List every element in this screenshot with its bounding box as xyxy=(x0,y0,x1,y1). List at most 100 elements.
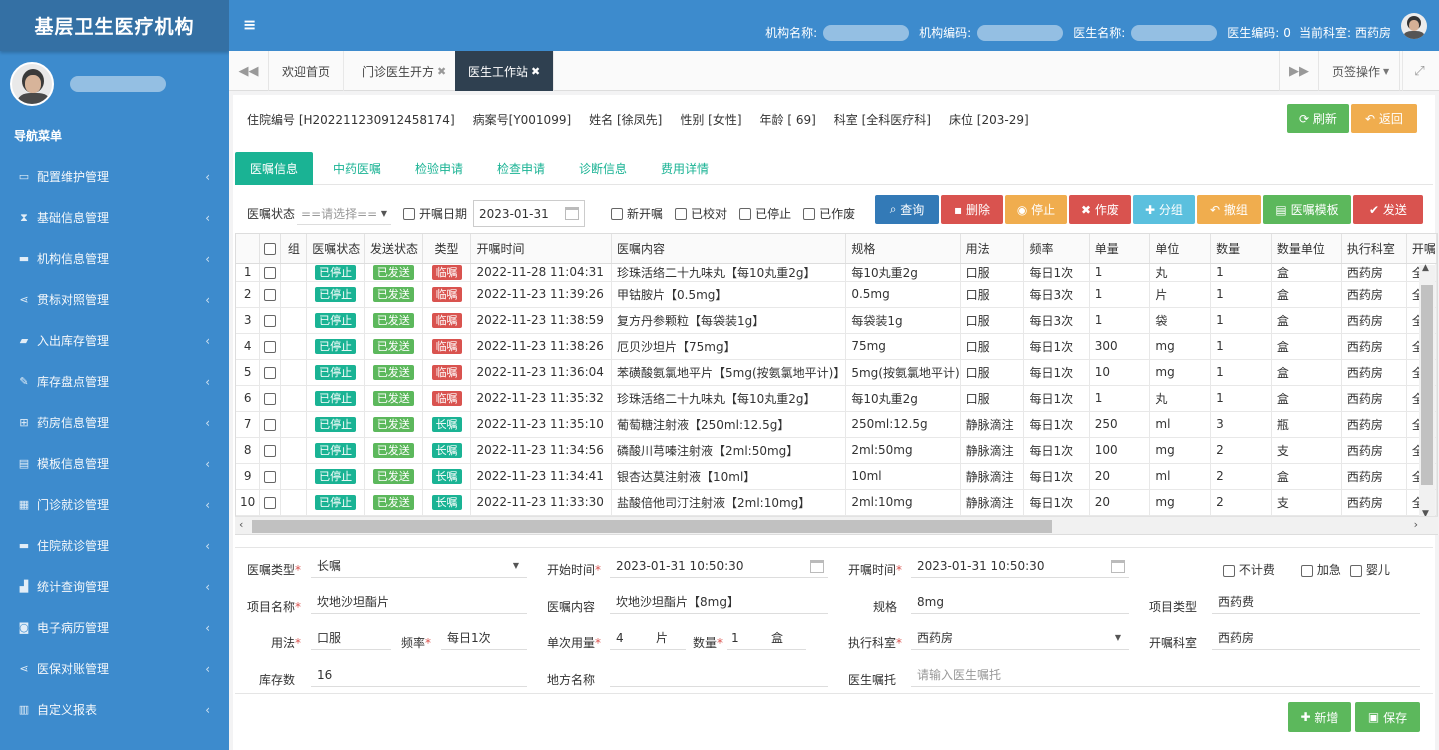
row-checkbox[interactable] xyxy=(264,470,277,483)
item-name-input[interactable]: 坎地沙坦酯片 xyxy=(311,592,527,614)
column-header[interactable]: 用法 xyxy=(960,234,1025,264)
new-order-checkbox[interactable] xyxy=(611,207,624,220)
column-header[interactable]: 执行科室 xyxy=(1341,234,1407,264)
void-button[interactable]: ✖ 作废 xyxy=(1069,195,1131,224)
local-name-input[interactable] xyxy=(610,665,828,687)
baby-option[interactable]: 婴儿 xyxy=(1350,561,1390,578)
column-header[interactable]: 开嘱时间 xyxy=(470,234,613,264)
row-checkbox[interactable] xyxy=(264,418,277,431)
table-horizontal-scrollbar[interactable]: ‹ › xyxy=(235,516,1438,534)
table-row[interactable]: 7 已停止 已发送 长嘱 2022-11-23 11:35:10 葡萄糖注射液【250ml… xyxy=(236,411,1437,438)
usage-input[interactable]: 口服 xyxy=(311,628,391,650)
scrollbar-thumb[interactable] xyxy=(1421,285,1433,485)
row-select[interactable] xyxy=(259,437,282,464)
row-select[interactable] xyxy=(259,281,282,308)
row-select[interactable] xyxy=(259,263,282,282)
row-select[interactable] xyxy=(259,333,282,360)
table-row[interactable]: 5 已停止 已发送 临嘱 2022-11-23 11:36:04 苯磺酸氨氯地平片【5mg… xyxy=(236,359,1437,386)
row-select[interactable] xyxy=(259,385,282,412)
column-header[interactable]: 数量单位 xyxy=(1271,234,1342,264)
row-select[interactable] xyxy=(259,489,282,516)
table-row[interactable]: 6 已停止 已发送 临嘱 2022-11-23 11:35:32 珍珠活络二十九味丸【每1… xyxy=(236,385,1437,412)
table-row[interactable]: 10 已停止 已发送 长嘱 2022-11-23 11:33:30 盐酸倍他司汀注射液【2… xyxy=(236,489,1437,516)
nav-item[interactable]: ▟ 统计查询管理 ‹ xyxy=(0,566,229,607)
nav-item[interactable]: ▬ 住院就诊管理 ‹ xyxy=(0,525,229,566)
qty-input[interactable]: 1盒 xyxy=(727,628,806,650)
table-vertical-scrollbar[interactable]: ▲ ▼ xyxy=(1419,263,1435,519)
nav-item[interactable]: ✎ 库存盘点管理 ‹ xyxy=(0,361,229,402)
delete-button[interactable]: ▪ 删除 xyxy=(941,195,1003,224)
baby-checkbox[interactable] xyxy=(1350,564,1362,577)
status-filter-select[interactable]: ==请选择== ▼ xyxy=(297,203,392,225)
column-header[interactable]: 类型 xyxy=(422,234,472,264)
subtab-exam-request[interactable]: 检查申请 xyxy=(483,152,559,185)
save-button[interactable]: ▣ 保存 xyxy=(1355,702,1420,732)
column-header[interactable]: 开嘱 xyxy=(1406,234,1437,264)
stop-button[interactable]: ◉ 停止 xyxy=(1005,195,1067,224)
table-row[interactable]: 8 已停止 已发送 长嘱 2022-11-23 11:34:56 磷酸川芎嗪注射液【2ml… xyxy=(236,437,1437,464)
nav-item[interactable]: ◙ 电子病历管理 ‹ xyxy=(0,607,229,648)
void-checkbox[interactable] xyxy=(803,207,816,220)
row-checkbox[interactable] xyxy=(264,444,277,457)
start-time-input[interactable]: 2023-01-31 10:50:30 xyxy=(610,556,828,578)
close-icon[interactable]: ✖ xyxy=(437,65,446,78)
calendar-icon[interactable] xyxy=(1111,560,1125,573)
freq-input[interactable]: 每日1次 xyxy=(441,628,527,650)
stock-input[interactable]: 16 xyxy=(311,665,527,687)
calendar-icon[interactable] xyxy=(810,560,824,573)
entrust-input[interactable]: 请输入医生嘱托 xyxy=(911,665,1420,687)
nav-item[interactable]: ▬ 机构信息管理 ‹ xyxy=(0,238,229,279)
nav-item[interactable]: ▦ 门诊就诊管理 ‹ xyxy=(0,484,229,525)
item-type-input[interactable]: 西药费 xyxy=(1212,592,1420,614)
row-select[interactable] xyxy=(259,463,282,490)
column-header[interactable]: 医嘱内容 xyxy=(611,234,847,264)
row-select[interactable] xyxy=(259,307,282,334)
nav-item[interactable]: ▥ 自定义报表 ‹ xyxy=(0,689,229,730)
select-all-header[interactable] xyxy=(259,234,282,264)
nav-item[interactable]: ⋖ 医保对账管理 ‹ xyxy=(0,648,229,689)
checked-checkbox[interactable] xyxy=(675,207,688,220)
tab-scroll-right-icon[interactable]: ▶▶ xyxy=(1279,51,1319,91)
open-dept-input[interactable]: 西药房 xyxy=(1212,628,1420,650)
table-row[interactable]: 1 已停止 已发送 临嘱 2022-11-28 11:04:31 珍珠活络二十九味丸【每1… xyxy=(236,263,1437,282)
fullscreen-icon[interactable]: ⤢ xyxy=(1399,51,1439,91)
query-button[interactable]: ⌕ 查询 xyxy=(875,195,939,224)
user-avatar[interactable] xyxy=(10,62,54,106)
nocharge-checkbox[interactable] xyxy=(1223,564,1235,577)
row-checkbox[interactable] xyxy=(264,392,277,405)
scroll-right-icon[interactable]: › xyxy=(1414,518,1418,531)
nav-item[interactable]: ⋖ 贯标对照管理 ‹ xyxy=(0,279,229,320)
row-checkbox[interactable] xyxy=(264,366,277,379)
nocharge-option[interactable]: 不计费 xyxy=(1223,561,1275,578)
close-icon[interactable]: ✖ xyxy=(531,65,540,78)
column-header[interactable]: 医嘱状态 xyxy=(306,234,365,264)
column-header[interactable]: 发送状态 xyxy=(364,234,423,264)
row-checkbox[interactable] xyxy=(264,496,277,509)
table-row[interactable]: 3 已停止 已发送 临嘱 2022-11-23 11:38:59 复方丹参颗粒【每袋装1g… xyxy=(236,307,1437,334)
column-header[interactable]: 组 xyxy=(280,234,308,264)
row-checkbox[interactable] xyxy=(264,266,277,279)
row-select[interactable] xyxy=(259,411,282,438)
subtab-orders[interactable]: 医嘱信息 xyxy=(235,152,313,185)
urgent-option[interactable]: 加急 xyxy=(1301,561,1341,578)
subtab-tcm-orders[interactable]: 中药医嘱 xyxy=(319,152,395,185)
group-button[interactable]: ✚ 分组 xyxy=(1133,195,1195,224)
select-all-checkbox[interactable] xyxy=(264,242,277,255)
column-header[interactable]: 规格 xyxy=(845,234,961,264)
ungroup-button[interactable]: ↶ 撤组 xyxy=(1197,195,1261,224)
tab-doctor-workstation[interactable]: 医生工作站 ✖ xyxy=(455,51,555,91)
column-header[interactable]: 单量 xyxy=(1089,234,1151,264)
nav-item[interactable]: ⧗ 基础信息管理 ‹ xyxy=(0,197,229,238)
exec-dept-select[interactable]: 西药房 ▼ xyxy=(911,628,1129,650)
table-row[interactable]: 4 已停止 已发送 临嘱 2022-11-23 11:38:26 厄贝沙坦片【75mg】 7… xyxy=(236,333,1437,360)
send-button[interactable]: ✔ 发送 xyxy=(1353,195,1423,224)
open-time-input[interactable]: 2023-01-31 10:50:30 xyxy=(911,556,1129,578)
tab-welcome[interactable]: 欢迎首页 xyxy=(269,51,345,91)
scroll-left-icon[interactable]: ‹ xyxy=(239,518,243,531)
nav-item[interactable]: ▤ 模板信息管理 ‹ xyxy=(0,443,229,484)
column-header[interactable]: 数量 xyxy=(1210,234,1272,264)
column-header[interactable]: 频率 xyxy=(1023,234,1090,264)
stopped-checkbox[interactable] xyxy=(739,207,752,220)
row-checkbox[interactable] xyxy=(264,288,277,301)
header-avatar[interactable] xyxy=(1401,13,1427,39)
